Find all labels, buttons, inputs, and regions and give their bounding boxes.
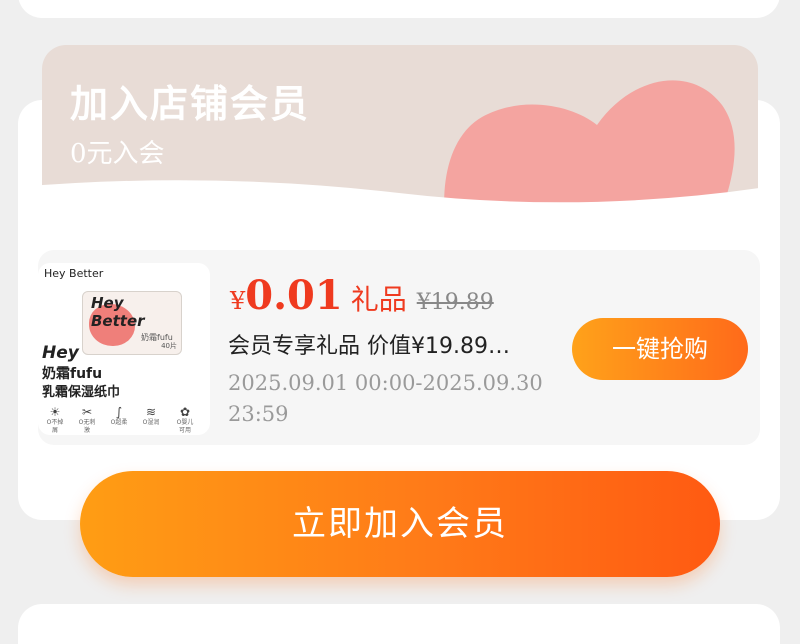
- original-price: ¥19.89: [416, 290, 494, 315]
- banner-title: 加入店铺会员: [70, 82, 311, 126]
- price-line: ¥0.01 礼品 ¥19.89: [230, 272, 494, 319]
- thumbnail-product-type: 乳霜保湿纸巾: [42, 385, 121, 400]
- feature-icon: ✂: [81, 405, 93, 419]
- feature-label: O超柔: [110, 419, 128, 426]
- quick-buy-button[interactable]: 一键抢购: [572, 318, 748, 380]
- gift-tag: 礼品: [350, 283, 407, 316]
- thumbnail-product-name: 奶霜fufu: [42, 366, 103, 382]
- feature-item: ≋ O湿润: [140, 405, 162, 427]
- validity-end-time: 23:59: [228, 402, 289, 426]
- join-member-button[interactable]: 立即加入会员: [80, 471, 720, 577]
- previous-card: [18, 0, 780, 18]
- feature-item: ✿ O婴儿可用: [174, 405, 196, 435]
- validity-range: 2025.09.01 00:00-2025.09.30: [228, 371, 543, 395]
- sale-price: 0.01: [245, 272, 343, 319]
- gift-description: 会员专享礼品 价值¥19.89…: [228, 334, 510, 359]
- pack-logo: Hey Better: [91, 294, 145, 330]
- next-card: [18, 604, 780, 644]
- thumbnail-key-text: Hey: [42, 343, 79, 363]
- feature-icon: ☀: [49, 405, 61, 419]
- feature-label: O湿润: [142, 419, 160, 426]
- tissue-pack-image: Hey Better 奶霜fufu 40片: [82, 291, 182, 355]
- banner-subtitle: 0元入会: [70, 139, 165, 169]
- thumbnail-brand: Hey Better: [44, 267, 104, 280]
- gift-product-card[interactable]: Hey Better Hey Better 奶霜fufu 40片 Hey 奶霜f…: [38, 250, 760, 445]
- feature-label: O无刺激: [78, 419, 96, 434]
- feature-label: O不掉屑: [46, 419, 64, 434]
- feature-item: ☀ O不掉屑: [44, 405, 66, 435]
- pack-count: 40片: [161, 342, 177, 350]
- feature-icon: ∫: [115, 405, 123, 419]
- product-thumbnail[interactable]: Hey Better Hey Better 奶霜fufu 40片 Hey 奶霜f…: [38, 263, 210, 435]
- validity-period: 2025.09.01 00:00-2025.09.30 23:59: [228, 368, 548, 430]
- feature-item: ✂ O无刺激: [76, 405, 98, 435]
- feature-icon: ✿: [179, 405, 191, 419]
- feature-icon: ≋: [145, 405, 157, 419]
- feature-label: O婴儿可用: [176, 419, 194, 434]
- feature-item: ∫ O超柔: [108, 405, 130, 427]
- currency-symbol: ¥: [230, 287, 246, 315]
